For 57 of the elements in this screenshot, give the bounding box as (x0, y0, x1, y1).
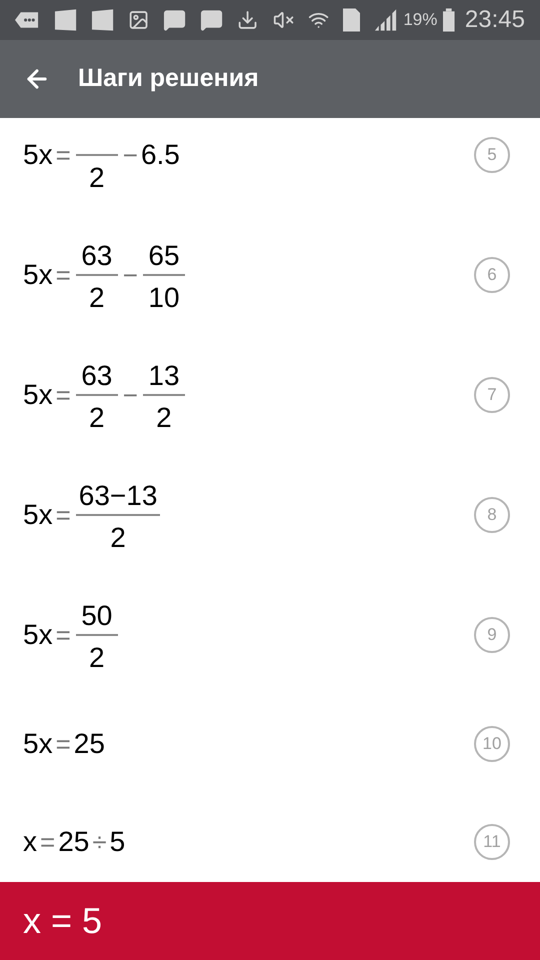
fraction-denominator: 2 (109, 521, 127, 552)
fraction-numerator: 50 (80, 602, 114, 633)
fraction-numerator: 13 (147, 362, 181, 393)
fraction-numerator: 63 (80, 242, 114, 273)
math-term: 5x (23, 381, 53, 409)
fraction-denominator: 2 (88, 161, 106, 192)
screen-title: Шаги решения (78, 63, 259, 94)
math-term: 5x (23, 730, 53, 758)
math-operator: = (56, 382, 71, 408)
fraction-denominator: 2 (88, 401, 106, 432)
step-number-badge: 10 (474, 726, 510, 762)
math-term: 25 (74, 730, 105, 758)
math-operator: − (122, 382, 138, 408)
math-operator: = (56, 142, 71, 168)
battery-icon (443, 8, 455, 32)
app-icon (91, 8, 114, 32)
step-number-badge: 9 (474, 617, 510, 653)
step-number-badge: 7 (474, 377, 510, 413)
math-operator: ÷ (92, 829, 107, 855)
math-operator: − (122, 142, 138, 168)
math-operator: = (40, 829, 56, 855)
math-operator: = (56, 262, 71, 288)
fraction-denominator: 10 (147, 281, 181, 312)
math-term: 6.5 (140, 141, 180, 169)
math-term: 25 (58, 828, 90, 856)
math-term: 5x (23, 501, 53, 529)
math-term: x (23, 828, 37, 856)
fraction-denominator: 2 (155, 401, 173, 432)
math-term: 5x (23, 141, 53, 169)
math-term: 5 (110, 828, 126, 856)
image-icon (128, 9, 150, 31)
step-number-badge: 5 (474, 137, 510, 173)
step-number-badge: 11 (474, 824, 510, 860)
message-icon (163, 8, 186, 32)
fraction-numerator: 65 (147, 242, 181, 273)
result-text: x = 5 (23, 899, 102, 943)
fraction-denominator: 2 (88, 641, 106, 672)
math-term: 5x (23, 621, 53, 649)
math-operator: = (56, 731, 71, 757)
math-term: 5x (23, 261, 53, 289)
tag-icon (15, 10, 40, 30)
signal-icon (374, 8, 398, 32)
sim-card-icon (342, 8, 360, 32)
message-icon (200, 8, 224, 32)
clock: 23:45 (464, 5, 525, 35)
battery-percent: 19% (403, 9, 438, 32)
step-number-badge: 8 (474, 497, 510, 533)
fraction-denominator: 2 (88, 281, 106, 312)
fraction-numerator: 63−13 (78, 482, 158, 513)
fraction-numerator: 63 (80, 362, 114, 393)
math-operator: = (56, 502, 71, 528)
mute-icon (272, 9, 294, 31)
download-icon (237, 9, 259, 31)
app-icon (54, 8, 78, 32)
math-operator: − (122, 262, 138, 288)
math-operator: = (56, 622, 71, 648)
step-number-badge: 6 (474, 257, 510, 293)
